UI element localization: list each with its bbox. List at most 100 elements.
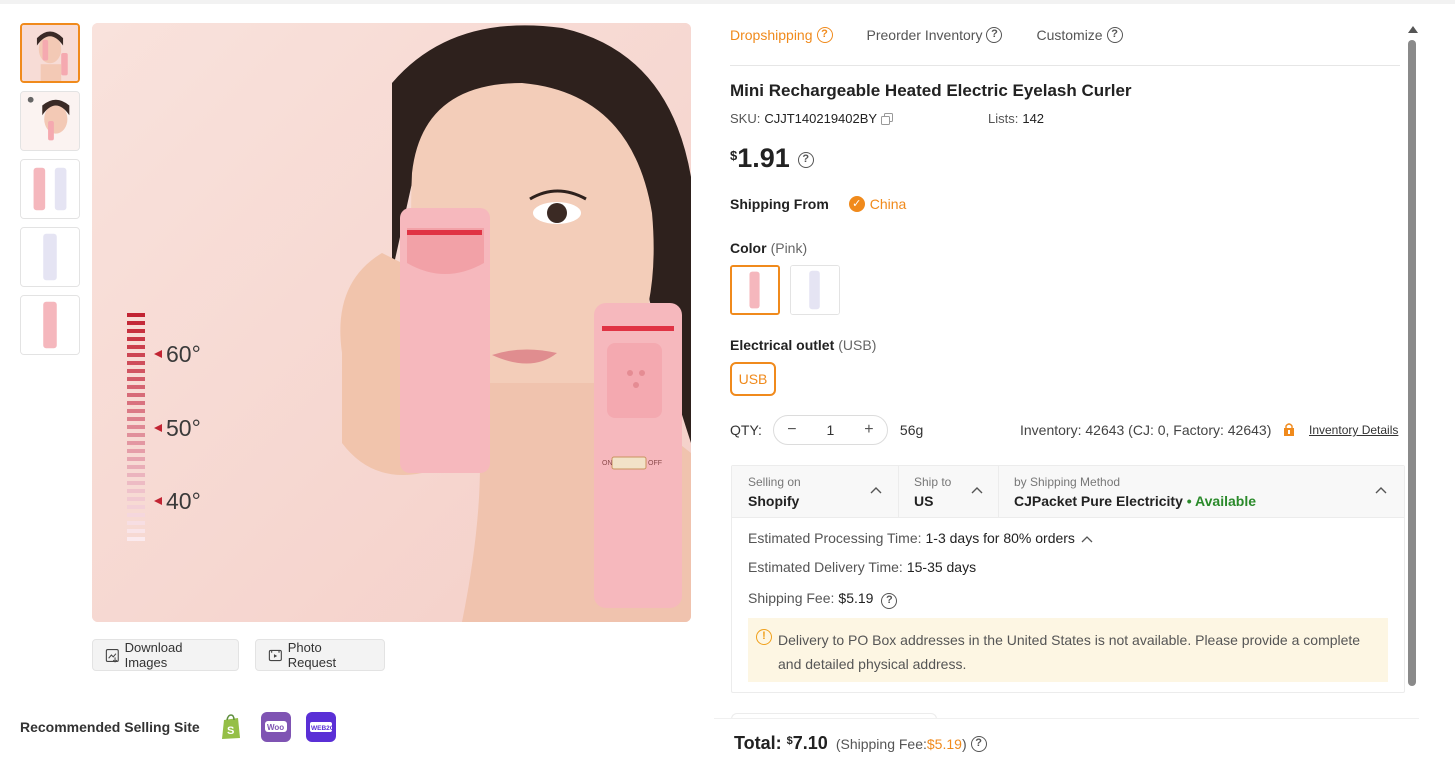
scrollbar[interactable] xyxy=(1406,26,1418,688)
ship-to-dropdown[interactable]: Ship to US xyxy=(899,466,999,518)
check-icon: ✓ xyxy=(848,196,865,212)
shopify-icon[interactable]: S xyxy=(216,712,246,742)
help-icon[interactable]: ? xyxy=(881,593,898,609)
tab-preorder-inventory[interactable]: Preorder Inventory ? xyxy=(867,20,1003,50)
lists-count: Lists: 142 xyxy=(988,111,1044,126)
shipping-from-label: Shipping From xyxy=(730,196,829,212)
inventory-text: Inventory: 42643 (CJ: 0, Factory: 42643) xyxy=(1020,422,1272,438)
shipping-method-dropdown[interactable]: by Shipping Method CJPacket Pure Electri… xyxy=(999,466,1404,518)
scrollbar-thumb[interactable] xyxy=(1408,40,1416,686)
copy-icon[interactable] xyxy=(881,112,894,125)
price-currency: $ xyxy=(730,148,738,163)
color-selected: (Pink) xyxy=(770,240,808,256)
help-icon[interactable]: ? xyxy=(970,735,987,752)
selling-on-label: Selling on xyxy=(748,475,801,489)
lists-label: Lists: xyxy=(988,111,1019,126)
tab-dropshipping[interactable]: Dropshipping ? xyxy=(730,20,833,50)
thumbnail-4[interactable] xyxy=(20,227,80,287)
sku-value: CJJT140219402BY xyxy=(764,111,878,126)
qty-minus-button[interactable]: − xyxy=(782,421,802,439)
svg-text:WEB2C: WEB2C xyxy=(311,725,335,732)
thumbnail-2[interactable] xyxy=(20,91,80,151)
qty-label: QTY: xyxy=(730,422,762,438)
tab-preorder-label: Preorder Inventory xyxy=(866,27,983,43)
tab-customize[interactable]: Customize ? xyxy=(1036,20,1123,50)
total-row: Total: $ 7.10 (Shipping Fee: $5.19) ? xyxy=(734,733,987,754)
outlet-option-usb[interactable]: USB xyxy=(730,362,776,396)
wix-b2c-icon[interactable]: WEB2C xyxy=(305,712,336,742)
price-amount: 1.91 xyxy=(737,143,790,173)
total-fee-suffix: ) xyxy=(961,736,967,752)
outlet-selected: (USB) xyxy=(838,337,877,353)
po-box-warning: ! Delivery to PO Box addresses in the Un… xyxy=(748,618,1388,682)
switch-on-label: ON xyxy=(602,460,613,467)
warning-icon: ! xyxy=(756,629,772,645)
ship-to-value: US xyxy=(914,493,934,509)
processing-time-label: Estimated Processing Time: xyxy=(748,530,922,546)
total-fee-value: $5.19 xyxy=(926,736,962,752)
shipping-fee-label: Shipping Fee: xyxy=(748,590,835,606)
product-title: Mini Rechargeable Heated Electric Eyelas… xyxy=(730,81,1132,100)
svg-text:S: S xyxy=(227,725,234,737)
thumbnail-3[interactable] xyxy=(20,159,80,219)
lists-value: 142 xyxy=(1022,111,1045,126)
delivery-time-label: Estimated Delivery Time: xyxy=(748,559,903,575)
photo-request-label: Photo Request xyxy=(287,640,337,670)
quantity-stepper: − 1 + xyxy=(772,415,888,445)
selling-on-dropdown[interactable]: Selling on Shopify xyxy=(732,466,899,518)
warning-text: Delivery to PO Box addresses in the Unit… xyxy=(778,632,1361,672)
color-swatch-white[interactable] xyxy=(790,265,840,315)
delivery-time-value: 15-35 days xyxy=(906,559,977,575)
tab-customize-label: Customize xyxy=(1036,27,1103,43)
download-images-button[interactable]: Download Images xyxy=(92,639,239,671)
processing-time-row: Estimated Processing Time: 1-3 days for 8… xyxy=(748,530,1093,546)
selling-on-value: Shopify xyxy=(748,493,800,509)
inventory-lock-icon xyxy=(1284,423,1294,436)
scroll-up-arrow[interactable] xyxy=(1408,26,1418,33)
shipping-method-name: CJPacket Pure Electricity xyxy=(1014,493,1183,509)
temp-50-label: 50° xyxy=(166,415,201,441)
color-swatch-pink[interactable] xyxy=(730,265,780,315)
shipping-fee-row: Shipping Fee: $5.19 ? xyxy=(748,590,898,609)
help-icon[interactable]: ? xyxy=(986,27,1003,43)
ship-to-label: Ship to xyxy=(914,475,952,489)
recommended-label: Recommended Selling Site xyxy=(20,719,200,735)
recommended-selling-site: Recommended Selling Site S Woo WEB2C xyxy=(20,711,351,743)
quantity-row: QTY: − 1 + 56g Inventory: 42643 (CJ: 0, … xyxy=(730,414,1404,446)
main-product-image[interactable]: ON OFF 60° 50° 40° xyxy=(92,23,691,622)
thumbnail-5[interactable] xyxy=(20,295,80,355)
temp-60-label: 60° xyxy=(166,341,201,367)
thumbnail-1[interactable] xyxy=(20,23,80,83)
svg-text:Woo: Woo xyxy=(267,723,284,732)
help-icon[interactable]: ? xyxy=(1106,27,1123,43)
shipping-method-value: CJPacket Pure Electricity • Available xyxy=(1014,493,1256,509)
tab-dropshipping-label: Dropshipping xyxy=(730,27,813,43)
photo-request-button[interactable]: Photo Request xyxy=(255,639,385,671)
shipping-panel: Selling on Shopify Ship to US by Shippin… xyxy=(731,465,1405,693)
thumbnail-list xyxy=(20,23,80,363)
shipping-from-country[interactable]: China xyxy=(870,196,907,212)
purchase-mode-tabs: Dropshipping ? Preorder Inventory ? Cust… xyxy=(730,20,1400,66)
qty-plus-button[interactable]: + xyxy=(859,421,879,439)
qty-value[interactable]: 1 xyxy=(827,422,835,438)
chevron-up-icon[interactable] xyxy=(1081,535,1093,543)
shipping-from: Shipping From ✓ China xyxy=(730,196,906,212)
inventory-details-link[interactable]: Inventory Details xyxy=(1309,423,1398,437)
shipping-fee-value: $5.19 xyxy=(838,590,874,606)
temp-40-label: 40° xyxy=(166,488,201,514)
help-icon[interactable]: ? xyxy=(797,152,814,168)
sku-label: SKU: xyxy=(730,111,761,126)
chevron-up-icon xyxy=(870,487,882,494)
total-fee-prefix: (Shipping Fee: xyxy=(835,736,927,752)
chevron-up-icon xyxy=(971,487,983,494)
shipping-header: Selling on Shopify Ship to US by Shippin… xyxy=(732,466,1404,518)
chevron-up-icon xyxy=(1375,487,1387,494)
shipping-method-label: by Shipping Method xyxy=(1014,475,1121,489)
total-amount: 7.10 xyxy=(792,733,828,753)
top-divider xyxy=(0,0,1455,4)
color-label-text: Color xyxy=(730,240,767,256)
color-label: Color (Pink) xyxy=(730,240,807,256)
help-icon[interactable]: ? xyxy=(816,27,833,43)
woocommerce-icon[interactable]: Woo xyxy=(260,712,291,742)
outlet-label: Electrical outlet (USB) xyxy=(730,337,876,353)
